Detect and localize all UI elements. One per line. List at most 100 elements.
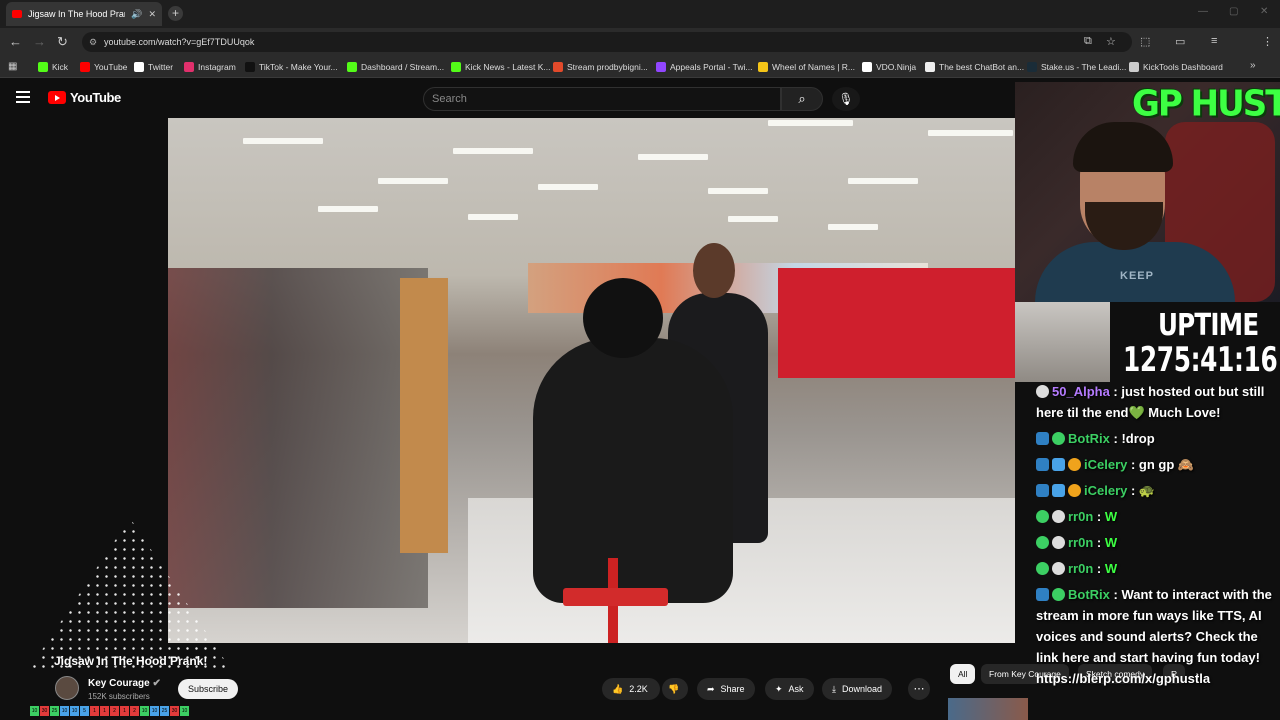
chat-username[interactable]: 50_Alpha [1052, 384, 1110, 399]
bookmark-favicon-icon [451, 62, 461, 72]
chip-all[interactable]: All [950, 664, 976, 684]
chat-badge-icon [1036, 432, 1049, 445]
chat-username[interactable]: rr0n [1068, 561, 1093, 576]
bookmark-favicon-icon [184, 62, 194, 72]
bookmark-item[interactable]: The best ChatBot an... [925, 60, 1024, 74]
thumbs-down-icon: 👎 [668, 684, 680, 694]
strip-cell: 5 [80, 706, 89, 716]
bookmark-label: TikTok - Make Your... [259, 62, 338, 72]
bookmark-item[interactable]: Stream prodbybigni... [553, 60, 648, 74]
chat-message: BotRix : !drop [1036, 428, 1280, 449]
reload-icon[interactable]: ↻ [57, 34, 68, 50]
browser-menu-icon[interactable]: ⋮ [1262, 35, 1273, 48]
chat-message: rr0n : W [1036, 506, 1280, 527]
strip-cell: 25 [50, 706, 59, 716]
bookmark-item[interactable]: VDO.Ninja [862, 60, 916, 74]
search-button[interactable]: ⌕ [781, 87, 823, 111]
dislike-button[interactable]: 👎 [662, 678, 688, 700]
chat-text: : [1093, 535, 1105, 550]
youtube-header: YouTube Search ⌕ 🎙 [0, 78, 1015, 118]
menu-hamburger-icon[interactable] [16, 91, 30, 106]
chat-username[interactable]: BotRix [1068, 431, 1110, 446]
chat-suffix: W [1104, 561, 1118, 576]
bookmark-item[interactable]: Appeals Portal - Twi... [656, 60, 753, 74]
chat-username[interactable]: rr0n [1068, 509, 1093, 524]
maximize-icon[interactable]: ▢ [1229, 6, 1238, 17]
chat-username[interactable]: iCelery [1084, 483, 1127, 498]
chat-badge-icon [1036, 510, 1049, 523]
back-icon[interactable]: ← [9, 34, 22, 50]
bookmark-item[interactable]: Kick News - Latest K... [451, 60, 551, 74]
ceiling-light [468, 214, 518, 220]
close-tab-icon[interactable]: ✕ [148, 9, 156, 20]
uptime-label: UPTIME [1158, 308, 1259, 343]
chat-badge-icon [1036, 562, 1049, 575]
employee-face [693, 243, 735, 298]
more-actions-button[interactable]: ⋯ [908, 678, 930, 700]
bookmark-item[interactable]: TikTok - Make Your... [245, 60, 338, 74]
more-bookmarks-icon[interactable]: » [1250, 60, 1256, 71]
like-button[interactable]: 👍 2.2K [602, 678, 660, 700]
browser-tab-active[interactable]: Jigsaw In The Hood Prank! 🔊 ✕ [6, 2, 162, 26]
chat-message: BotRix : Want to interact with the strea… [1036, 584, 1280, 689]
chat-badge-icon [1068, 484, 1081, 497]
subscribe-button[interactable]: Subscribe [178, 679, 238, 699]
ceiling-light [318, 206, 378, 212]
chat-text: : [1093, 561, 1105, 576]
chat-badge-icon [1036, 484, 1049, 497]
bookmark-item[interactable]: Wheel of Names | R... [758, 60, 855, 74]
youtube-play-icon [48, 91, 66, 104]
chat-text: : gn gp 🙈 [1127, 457, 1195, 472]
address-bar[interactable]: ⚙ youtube.com/watch?v=gEf7TDUUqok [82, 32, 1132, 52]
chat-username[interactable]: BotRix [1068, 587, 1110, 602]
new-tab-button[interactable]: + [168, 6, 183, 21]
bookmark-label: Stake.us - The Leadi... [1041, 62, 1127, 72]
channel-avatar[interactable] [55, 676, 79, 700]
sidepanel-icon[interactable]: ▭ [1175, 35, 1185, 48]
color-strip-overlay: 10 30 25 10 10 5 1 1 2 1 2 10 10 25 30 10 [30, 706, 189, 716]
chat-username[interactable]: iCelery [1084, 457, 1127, 472]
extensions-icon[interactable]: ⬚ [1140, 35, 1150, 48]
related-video-thumbnail[interactable] [948, 698, 1028, 720]
bookmark-label: The best ChatBot an... [939, 62, 1025, 72]
speaker-icon[interactable]: 🔊 [131, 9, 142, 20]
strip-cell: 1 [120, 706, 129, 716]
stream-banner-title: GP HUSTLA [1132, 83, 1280, 125]
strip-cell: 2 [110, 706, 119, 716]
bookmark-item[interactable]: YouTube [80, 60, 127, 74]
cast-icon[interactable]: ⧉ [1084, 35, 1092, 48]
close-window-icon[interactable]: ✕ [1260, 6, 1268, 17]
minimize-icon[interactable]: — [1198, 6, 1208, 17]
media-controls-icon[interactable]: ≡ [1211, 35, 1217, 47]
bookmark-label: VDO.Ninja [876, 62, 917, 72]
bookmark-item[interactable]: Dashboard / Stream... [347, 60, 444, 74]
bookmark-star-icon[interactable]: ☆ [1106, 35, 1116, 48]
site-info-icon[interactable]: ⚙ [89, 32, 97, 52]
bookmark-label: Appeals Portal - Twi... [670, 62, 753, 72]
bookmark-item[interactable]: Stake.us - The Leadi... [1027, 60, 1126, 74]
bookmark-item[interactable]: Instagram [184, 60, 236, 74]
voice-search-button[interactable]: 🎙 [832, 87, 860, 111]
apps-grid-icon[interactable]: ▦ [8, 61, 17, 72]
verified-icon: ✔ [152, 678, 161, 689]
download-button[interactable]: ⤓ Download [822, 678, 893, 700]
bookmark-item[interactable]: Kick [38, 60, 68, 74]
search-input[interactable]: Search [423, 87, 781, 111]
channel-subscribers: 152K subscribers [88, 692, 150, 701]
bookmark-item[interactable]: Twitter [134, 60, 173, 74]
ask-button[interactable]: ✦ Ask [765, 678, 814, 700]
forward-icon[interactable]: → [33, 34, 46, 50]
browser-toolbar: ← → ↻ ⚙ youtube.com/watch?v=gEf7TDUUqok … [0, 28, 1280, 77]
video-player[interactable] [168, 118, 1015, 643]
ceiling-light [828, 224, 878, 230]
chat-message: iCelery : gn gp 🙈 [1036, 454, 1280, 475]
channel-name[interactable]: Key Courage ✔ [88, 678, 161, 689]
bookmark-label: Wheel of Names | R... [772, 62, 855, 72]
strip-cell: 25 [160, 706, 169, 716]
share-button[interactable]: ➦ Share [697, 678, 755, 700]
chat-username[interactable]: rr0n [1068, 535, 1093, 550]
ask-label: Ask [788, 684, 804, 694]
share-label: Share [720, 684, 745, 694]
bookmark-item[interactable]: KickTools Dashboard [1129, 60, 1223, 74]
youtube-logo[interactable]: YouTube [48, 90, 121, 105]
